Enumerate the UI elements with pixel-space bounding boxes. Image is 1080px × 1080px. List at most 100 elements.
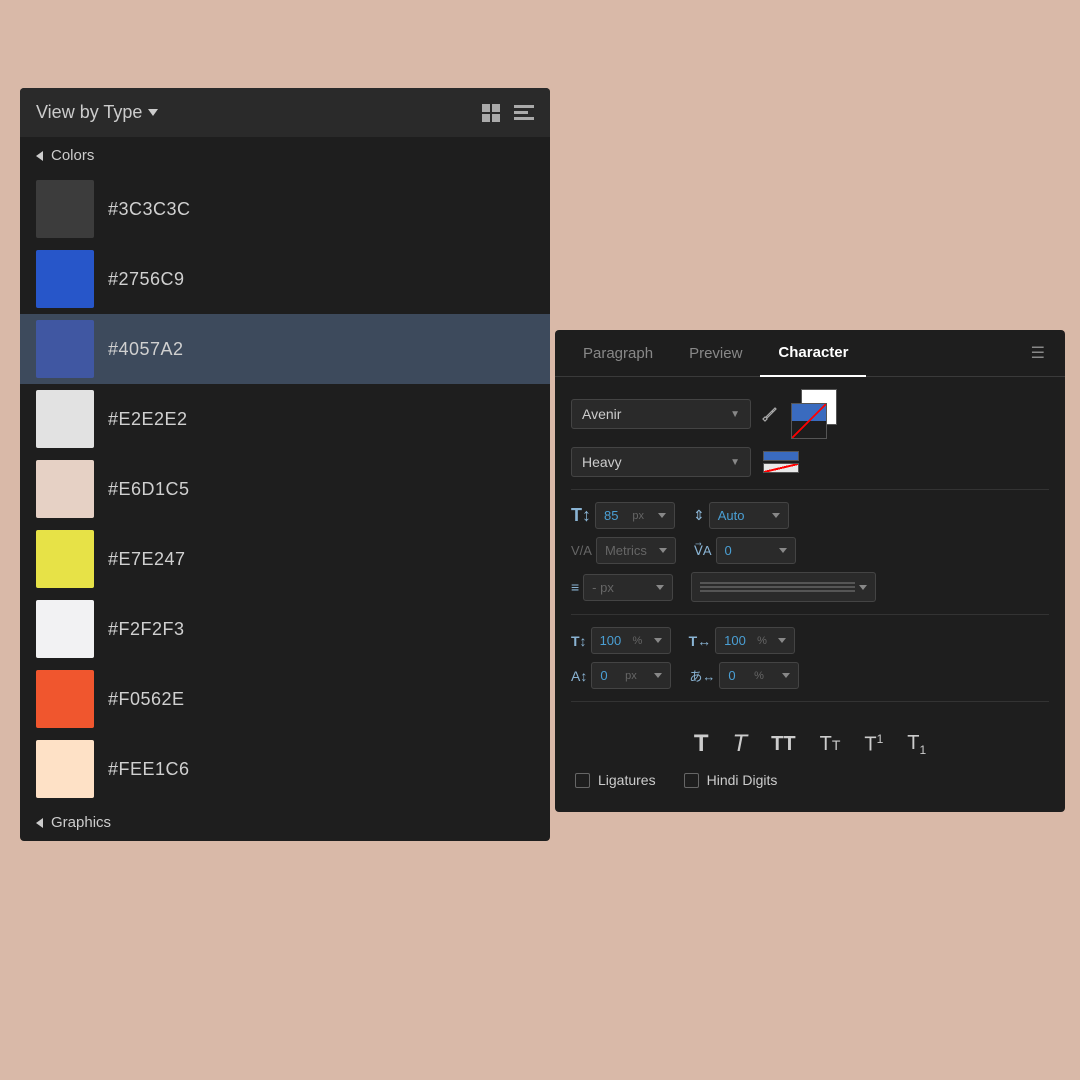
left-panel: View by Type Colors #3C3C3C #2756C9 #405… (20, 88, 550, 841)
scale-v-input[interactable]: 100 % (591, 627, 671, 654)
color-item[interactable]: #3C3C3C (20, 174, 550, 244)
leading-input[interactable]: Auto (709, 502, 789, 529)
tsume-unit: % (754, 670, 764, 682)
scale-v-value: 100 (600, 633, 622, 648)
tsume-group: あ↔ 0 % (689, 662, 799, 689)
color-hex: #2756C9 (108, 269, 185, 290)
tracking-value: 0 (725, 543, 732, 558)
baseline-group: A↕ 0 px (571, 662, 671, 689)
indent-color-select[interactable] (691, 572, 876, 602)
tab-character[interactable]: Character (760, 330, 866, 377)
color-item[interactable]: #E2E2E2 (20, 384, 550, 454)
scale-v-chevron-icon (654, 638, 662, 643)
font-size-icon: T↕ (571, 505, 591, 526)
color-strip-blue (763, 451, 799, 461)
colors-section-header[interactable]: Colors (20, 137, 550, 174)
eyedropper-icon[interactable] (759, 404, 779, 424)
view-by-type-dropdown[interactable]: View by Type (36, 102, 158, 123)
grid-view-icon[interactable] (482, 104, 500, 122)
kerning-value: Metrics (605, 543, 647, 558)
color-hex: #E6D1C5 (108, 479, 190, 500)
hindi-digits-checkbox[interactable]: Hindi Digits (684, 772, 778, 788)
scale-v-icon: T↕ (571, 633, 587, 649)
divider2 (571, 614, 1049, 615)
baseline-input[interactable]: 0 px (591, 662, 671, 689)
tracking-input[interactable]: 0 (716, 537, 796, 564)
font-size-group: T↕ 85 px (571, 502, 675, 529)
scale-h-unit: % (757, 635, 767, 647)
color-strip-strikethrough (763, 463, 799, 473)
colors-arrow-icon (36, 151, 43, 161)
indent-chevron-icon (656, 585, 664, 590)
line-bars (700, 582, 855, 592)
color-item[interactable]: #FEE1C6 (20, 734, 550, 804)
subscript-style-button[interactable]: T1 (903, 730, 930, 759)
hindi-digits-label: Hindi Digits (707, 772, 778, 788)
color-swatch (36, 600, 94, 658)
color-item[interactable]: #E6D1C5 (20, 454, 550, 524)
tracking-group: V⃗A 0 (694, 537, 796, 564)
scale-h-input[interactable]: 100 % (715, 627, 795, 654)
divider (571, 489, 1049, 490)
font-weight-value: Heavy (582, 454, 622, 470)
tracking-icon: V⃗A (694, 543, 712, 559)
kerning-input[interactable]: Metrics (596, 537, 676, 564)
font-family-chevron-icon: ▼ (730, 409, 740, 420)
right-panel: Paragraph Preview Character ☰ Avenir ▼ (555, 330, 1065, 812)
color-hex: #3C3C3C (108, 199, 191, 220)
font-family-select[interactable]: Avenir ▼ (571, 399, 751, 429)
color-item[interactable]: #F2F2F3 (20, 594, 550, 664)
italic-style-button[interactable]: T (728, 728, 751, 760)
tabs-row: Paragraph Preview Character ☰ (555, 330, 1065, 377)
graphics-arrow-icon (36, 818, 43, 828)
view-by-type-chevron-icon (148, 109, 158, 116)
color-hex: #F2F2F3 (108, 619, 185, 640)
color-item-selected[interactable]: #4057A2 (20, 314, 550, 384)
small-caps-style-button[interactable]: TT (816, 731, 845, 758)
indent-row: ≡ - px (571, 572, 1049, 602)
list-view-icon[interactable] (514, 105, 534, 120)
divider3 (571, 701, 1049, 702)
baseline-unit: px (625, 670, 637, 682)
color-swatch (36, 320, 94, 378)
tab-paragraph[interactable]: Paragraph (565, 331, 671, 376)
tsume-input[interactable]: 0 % (719, 662, 799, 689)
scale-v-row: T↕ 100 % T↔ 100 % (571, 627, 1049, 654)
color-hex: #FEE1C6 (108, 759, 190, 780)
graphics-section-header[interactable]: Graphics (20, 804, 550, 841)
tracking-chevron-icon (779, 548, 787, 553)
font-family-row: Avenir ▼ (571, 389, 1049, 439)
all-caps-style-button[interactable]: TT (767, 731, 799, 758)
character-controls: Avenir ▼ Heavy ▼ (555, 377, 1065, 718)
indent-input[interactable]: - px (583, 574, 673, 601)
color-item[interactable]: #F0562E (20, 664, 550, 734)
colors-label: Colors (51, 147, 94, 164)
line-style-select[interactable] (691, 572, 876, 602)
color-hex: #E7E247 (108, 549, 186, 570)
scale-h-icon: T↔ (689, 633, 712, 649)
indent-group: ≡ - px (571, 574, 673, 601)
font-weight-chevron-icon: ▼ (730, 457, 740, 468)
line-style-chevron-icon (859, 585, 867, 590)
tsume-icon: あ↔ (689, 666, 715, 685)
color-swatch (36, 180, 94, 238)
color-swatch (36, 530, 94, 588)
superscript-style-button[interactable]: T1 (860, 730, 887, 759)
font-size-input[interactable]: 85 px (595, 502, 675, 529)
tab-preview[interactable]: Preview (671, 331, 760, 376)
font-weight-select[interactable]: Heavy ▼ (571, 447, 751, 477)
ligatures-checkbox[interactable]: Ligatures (575, 772, 656, 788)
bold-style-button[interactable]: T (690, 728, 713, 760)
font-size-chevron-icon (658, 513, 666, 518)
text-styles-row: T T TT TT T1 T1 (555, 718, 1065, 764)
color-hex: #4057A2 (108, 339, 184, 360)
color-item[interactable]: #2756C9 (20, 244, 550, 314)
header-icons (482, 104, 534, 122)
scale-h-value: 100 (724, 633, 746, 648)
baseline-icon: A↕ (571, 668, 587, 684)
tabs-menu-icon[interactable]: ☰ (1021, 333, 1055, 373)
indent-icon: ≡ (571, 579, 579, 595)
kerning-group: V/A Metrics (571, 537, 676, 564)
color-item[interactable]: #E7E247 (20, 524, 550, 594)
kerning-chevron-icon (659, 548, 667, 553)
